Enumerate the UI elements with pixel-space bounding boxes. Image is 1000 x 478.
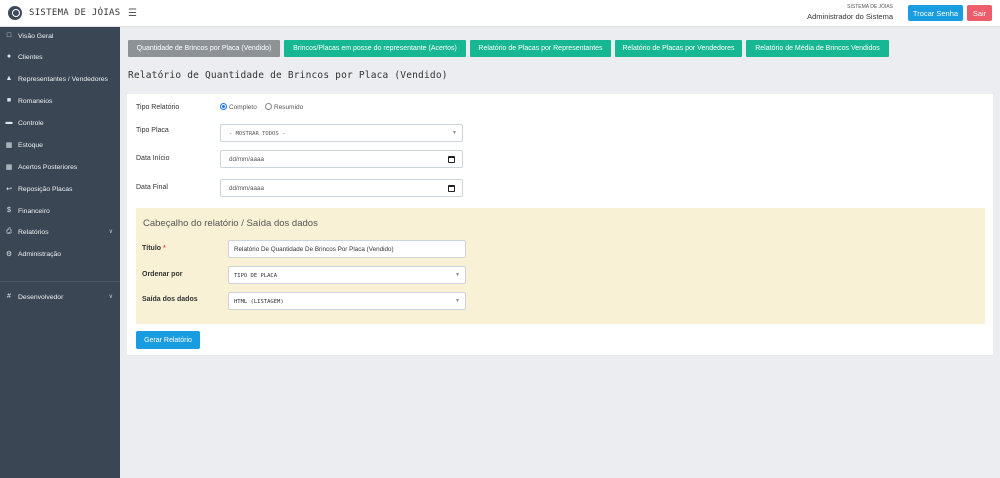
radio-completo[interactable]: Completo [220,103,257,111]
sidebar-item-label: Acertos Posteriores [18,164,78,171]
tipo-placa-value: - MOSTRAR TODOS - [229,131,286,137]
saida-label: Saída dos dados [142,296,198,303]
calendar-icon[interactable] [448,185,455,192]
sidebar-item-label: Representantes / Vendedores [18,76,108,83]
sidebar-item-clientes[interactable]: ● Clientes [0,48,120,68]
data-final-value: dd/mm/aaaa [229,185,265,192]
sidebar-item-label: Romaneios [18,98,53,105]
sidebar-item-label: Estoque [18,142,43,149]
sidebar-item-label: Clientes [18,54,43,61]
tipo-placa-label: Tipo Placa [136,127,169,134]
sidebar-item-administracao[interactable]: ⚙ Administração [0,245,120,265]
ordenar-value: TIPO DE PLACA [234,273,278,279]
sidebar-item-label: Visão Geral [18,33,54,40]
tab-media-brincos[interactable]: Relatório de Média de Brincos Vendidos [746,40,889,57]
radio-resumido-label: Resumido [274,104,304,111]
brand-title[interactable]: SISTEMA DE JÓIAS [29,8,121,18]
data-inicio-value: dd/mm/aaaa [229,156,265,163]
dollar-icon: $ [7,207,11,214]
tipo-relatorio-label: Tipo Relatório [136,104,180,111]
ordenar-label: Ordenar por [142,271,183,278]
ordenar-select[interactable]: TIPO DE PLACA ▼ [228,266,466,284]
chevron-down-icon: ∨ [108,229,113,235]
data-final-input[interactable]: dd/mm/aaaa [220,179,463,197]
required-mark: * [163,245,166,252]
monitor-icon: □ [6,32,12,39]
logout-button[interactable]: Sair [967,5,992,21]
user-name: Administrador do Sistema [807,12,893,21]
sidebar-item-financeiro[interactable]: $ Financeiro [0,202,120,222]
grid-icon: ▦ [5,142,13,149]
radio-checked-icon[interactable] [220,103,227,110]
sidebar-divider [0,281,120,282]
radio-resumido[interactable]: Resumido [265,103,303,111]
id-card-icon: ▬ [5,119,13,126]
sidebar-item-relatorios[interactable]: ⎙ Relatórios ∨ [0,223,120,243]
titulo-input[interactable]: Relatório De Quantidade De Brincos Por P… [228,240,466,258]
data-inicio-label: Data Início [136,155,170,162]
titulo-label: Título * [142,245,166,252]
data-inicio-input[interactable]: dd/mm/aaaa [220,150,463,168]
saida-select[interactable]: HTML (LISTAGEM) ▼ [228,292,466,310]
change-password-button[interactable]: Trocar Senha [908,5,963,21]
report-header-title: Cabeçalho do relatório / Saída dos dados [143,218,318,229]
radio-unchecked-icon[interactable] [265,103,272,110]
sidebar-item-controle[interactable]: ▬ Controle [0,114,120,134]
caret-down-icon: ▼ [455,298,460,304]
sidebar-item-label: Desenvolvedor [18,294,64,301]
data-final-label: Data Final [136,184,168,191]
calendar-icon: ▦ [5,164,13,171]
user-tie-icon: ▲ [5,75,13,82]
users-icon: ● [6,53,12,60]
system-name: SISTEMA DE JÓIAS [847,4,893,10]
logo-icon [8,6,22,20]
tab-placas-representantes[interactable]: Relatório de Placas por Representantes [470,40,611,57]
printer-icon: ⎙ [6,228,12,235]
hash-icon: # [7,293,11,300]
gear-icon: ⚙ [5,251,13,258]
titulo-value: Relatório De Quantidade De Brincos Por P… [234,246,394,253]
sidebar-item-romaneios[interactable]: ■ Romaneios [0,92,120,112]
sidebar-item-label: Financeiro [18,208,50,215]
sidebar-item-desenvolvedor[interactable]: # Desenvolvedor ∨ [0,288,120,308]
sidebar-item-visao-geral[interactable]: □ Visão Geral [0,27,120,47]
sidebar-item-reposicao-placas[interactable]: ↩ Reposição Placas [0,180,120,200]
briefcase-icon: ■ [6,97,12,104]
tab-brincos-placas-posse[interactable]: Brincos/Placas em posse do representante… [284,40,466,57]
radio-completo-label: Completo [229,104,257,111]
chevron-down-icon: ∨ [108,294,113,300]
sidebar: □ Visão Geral ● Clientes ▲ Representante… [0,27,120,478]
sidebar-item-representantes[interactable]: ▲ Representantes / Vendedores [0,70,120,90]
caret-down-icon: ▼ [455,272,460,278]
calendar-icon[interactable] [448,156,455,163]
sidebar-item-label: Administração [18,251,62,258]
top-bar: SISTEMA DE JÓIAS ☰ SISTEMA DE JÓIAS Admi… [0,0,1000,27]
caret-down-icon: ▼ [452,130,457,136]
sidebar-item-label: Controle [18,120,44,127]
menu-toggle-icon[interactable]: ☰ [128,8,137,19]
tab-placas-vendedores[interactable]: Relatório de Placas por Vendedores [615,40,742,57]
saida-value: HTML (LISTAGEM) [234,299,284,305]
generate-report-button[interactable]: Gerar Relatório [136,331,200,349]
titulo-label-text: Título [142,245,162,252]
sidebar-item-label: Reposição Placas [18,186,73,193]
tipo-placa-select[interactable]: - MOSTRAR TODOS - ▼ [220,124,463,142]
report-header-box: Cabeçalho do relatório / Saída dos dados… [136,208,985,324]
tab-quantidade-brincos[interactable]: Quantidade de Brincos por Placa (Vendido… [128,40,280,57]
reply-icon: ↩ [6,186,12,193]
sidebar-item-label: Relatórios [18,229,49,236]
page-title: Relatório de Quantidade de Brincos por P… [128,70,448,81]
sidebar-item-acertos-posteriores[interactable]: ▦ Acertos Posteriores [0,158,120,178]
report-form-panel: Tipo Relatório Completo Resumido Tipo Pl… [127,94,993,355]
sidebar-item-estoque[interactable]: ▦ Estoque [0,136,120,156]
